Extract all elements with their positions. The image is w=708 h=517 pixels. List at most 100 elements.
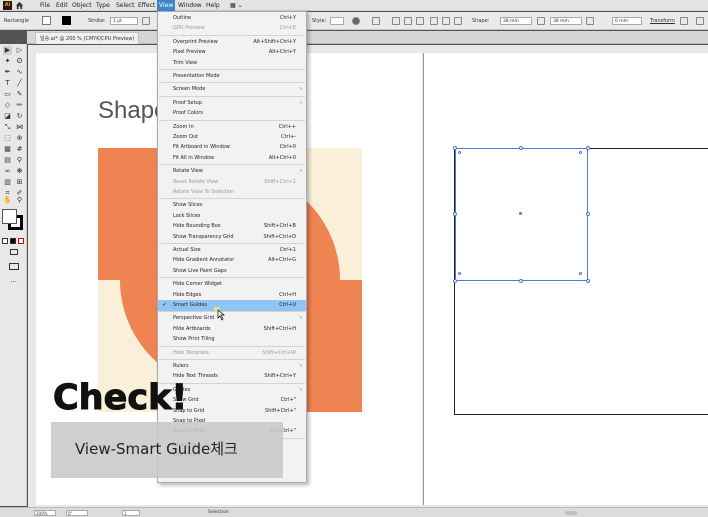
handle-top-left[interactable] <box>453 146 457 150</box>
more-options-icon[interactable] <box>696 17 704 25</box>
corner-widget-bl[interactable] <box>458 272 461 275</box>
align-top-icon[interactable] <box>430 17 438 25</box>
graph-tool-icon[interactable]: ▥ <box>3 178 12 187</box>
view-menu-item-hide-gradient-annotator[interactable]: Hide Gradient Annotator Alt+Ctrl+G <box>158 255 306 266</box>
pen-tool-icon[interactable]: ✒ <box>3 68 12 77</box>
view-menu-item-overprint-preview[interactable]: Overprint Preview Alt+Shift+Ctrl+Y <box>158 37 306 48</box>
view-menu-item-screen-mode[interactable]: Screen Mode › <box>158 84 306 95</box>
eyedropper-tool-icon[interactable]: ⚲ <box>15 156 24 165</box>
mesh-tool-icon[interactable]: # <box>15 145 24 154</box>
handle-top-right[interactable] <box>586 146 590 150</box>
zoom-field[interactable]: 200% <box>34 510 56 516</box>
stroke-swatch[interactable] <box>62 16 71 25</box>
view-menu-item-hide-artboards[interactable]: Hide Artboards Shift+Ctrl+H <box>158 324 306 335</box>
view-menu-item-show-slices[interactable]: Show Slices <box>158 200 306 211</box>
artboard-tool-icon[interactable]: ⊞ <box>15 178 24 187</box>
blend-tool-icon[interactable]: ∞ <box>3 167 12 176</box>
lasso-tool-icon[interactable]: ʘ <box>15 57 24 66</box>
handle-bottom[interactable] <box>519 279 523 283</box>
align-center-icon[interactable] <box>404 17 412 25</box>
view-menu-item-fit-artboard-in-window[interactable]: Fit Artboard in Window Ctrl+0 <box>158 142 306 153</box>
handle-left[interactable] <box>453 212 457 216</box>
isolate-icon[interactable] <box>680 17 688 25</box>
handle-bottom-left[interactable] <box>453 279 457 283</box>
view-menu-item-actual-size[interactable]: Actual Size Ctrl+1 <box>158 245 306 256</box>
corner-widget-tl[interactable] <box>458 151 461 154</box>
rotate-tool-icon[interactable]: ↻ <box>15 112 24 121</box>
selection-tool-icon[interactable]: ▶ <box>3 46 12 55</box>
handle-right[interactable] <box>586 212 590 216</box>
corner-radius-field[interactable]: 0 mm <box>612 17 642 25</box>
gradient-tool-icon[interactable]: ▤ <box>3 156 12 165</box>
shaper-tool-icon[interactable]: ◇ <box>3 101 12 110</box>
view-menu-item-hide-edges[interactable]: Hide Edges Ctrl+H <box>158 290 306 301</box>
type-tool-icon[interactable]: T <box>3 79 12 88</box>
handle-bottom-right[interactable] <box>586 279 590 283</box>
variable-width-icon[interactable] <box>142 17 150 25</box>
scale-tool-icon[interactable]: ⤡ <box>3 123 12 132</box>
view-menu-item-zoom-out[interactable]: Zoom Out Ctrl+- <box>158 132 306 143</box>
line-tool-icon[interactable]: ╱ <box>15 79 24 88</box>
menu-select[interactable]: Select <box>114 0 137 11</box>
menu-edit[interactable]: Edit <box>54 0 70 11</box>
recolor-icon[interactable] <box>372 17 380 25</box>
symbol-sprayer-tool-icon[interactable]: ❋ <box>15 167 24 176</box>
corner-widget-br[interactable] <box>579 272 582 275</box>
menu-view[interactable]: View <box>157 0 176 11</box>
rectangle-tool-icon[interactable]: ▭ <box>3 90 12 99</box>
shape-builder-tool-icon[interactable]: ⊕ <box>15 134 24 143</box>
align-middle-icon[interactable] <box>442 17 450 25</box>
workspace-switcher-icon[interactable]: ▦ ⌄ <box>228 0 245 11</box>
none-mode-icon[interactable] <box>18 238 24 244</box>
align-right-icon[interactable] <box>416 17 424 25</box>
view-menu-item-rulers[interactable]: Rulers › <box>158 361 306 372</box>
view-menu-item-rotate-view[interactable]: Rotate View › <box>158 166 306 177</box>
zoom-tool-icon[interactable]: ⚲ <box>15 196 24 205</box>
menu-file[interactable]: File <box>38 0 52 11</box>
color-mode-icon[interactable] <box>2 238 8 244</box>
corner-widget-tr[interactable] <box>579 151 582 154</box>
view-menu-item-proof-setup[interactable]: Proof Setup › <box>158 98 306 109</box>
draw-mode-icon[interactable] <box>10 249 18 255</box>
view-menu-item-hide-bounding-box[interactable]: Hide Bounding Box Shift+Ctrl+B <box>158 221 306 232</box>
artboard-number-field[interactable]: 1 <box>122 510 140 516</box>
paintbrush-tool-icon[interactable]: ✎ <box>15 90 24 99</box>
more-tools-icon[interactable]: … <box>9 276 18 285</box>
menu-effect[interactable]: Effect <box>136 0 157 11</box>
height-field[interactable]: 38 mm <box>550 17 582 25</box>
link-dimensions-icon[interactable] <box>537 17 545 25</box>
style-dropdown[interactable] <box>330 17 344 25</box>
hand-tool-icon[interactable]: ✋ <box>3 196 12 205</box>
magic-wand-tool-icon[interactable]: ✦ <box>3 57 12 66</box>
home-icon[interactable] <box>15 1 24 10</box>
view-menu-item-proof-colors[interactable]: Proof Colors <box>158 108 306 119</box>
view-menu-item-zoom-in[interactable]: Zoom In Ctrl++ <box>158 122 306 133</box>
view-menu-item-hide-corner-widget[interactable]: Hide Corner Widget <box>158 279 306 290</box>
menu-type[interactable]: Type <box>94 0 112 11</box>
view-menu-item-lock-slices[interactable]: Lock Slices <box>158 211 306 222</box>
direct-selection-tool-icon[interactable]: ▷ <box>15 46 24 55</box>
rotation-field[interactable]: 0° <box>66 510 88 516</box>
opacity-icon[interactable] <box>352 17 360 25</box>
view-menu-item-show-transparency-grid[interactable]: Show Transparency Grid Shift+Ctrl+D <box>158 232 306 243</box>
screen-mode-icon[interactable] <box>9 263 19 270</box>
handle-top[interactable] <box>519 146 523 150</box>
view-menu-item-trim-view[interactable]: Trim View <box>158 58 306 69</box>
align-bottom-icon[interactable] <box>454 17 462 25</box>
view-menu-item-outline[interactable]: Outline Ctrl+Y <box>158 13 306 24</box>
perspective-grid-tool-icon[interactable]: ▦ <box>3 145 12 154</box>
view-menu-item-show-live-paint-gaps[interactable]: Show Live Paint Gaps <box>158 266 306 277</box>
fill-swatch[interactable] <box>42 16 51 25</box>
width-field[interactable]: 38 mm <box>500 17 532 25</box>
menu-help[interactable]: Help <box>204 0 222 11</box>
width-tool-icon[interactable]: ⋈ <box>15 123 24 132</box>
curvature-tool-icon[interactable]: ∿ <box>15 68 24 77</box>
view-menu-item-fit-all-in-window[interactable]: Fit All in Window Alt+Ctrl+0 <box>158 153 306 164</box>
transform-link[interactable]: Transform <box>650 12 675 30</box>
document-tab[interactable]: 일승.ai* @ 200 % (CMYK/CPU Preview) <box>35 32 140 44</box>
free-transform-tool-icon[interactable]: ⬚ <box>3 134 12 143</box>
view-menu-item-presentation-mode[interactable]: Presentation Mode <box>158 71 306 82</box>
menu-object[interactable]: Object <box>70 0 94 11</box>
fill-indicator[interactable] <box>2 209 17 224</box>
fill-stroke-widget[interactable] <box>2 209 24 231</box>
